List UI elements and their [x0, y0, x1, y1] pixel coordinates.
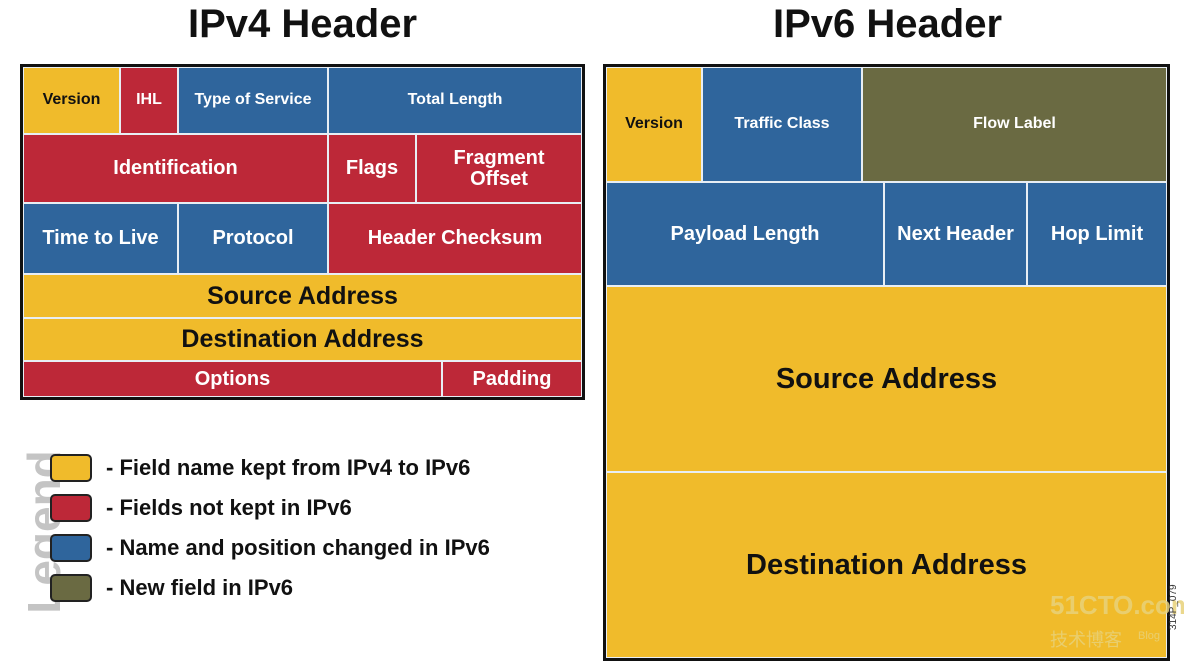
legend-item-not-kept: - Fields not kept in IPv6: [50, 494, 352, 522]
ipv4-version: Version: [23, 67, 120, 134]
ipv6-hop-limit: Hop Limit: [1027, 182, 1167, 286]
ipv4-header-checksum: Header Checksum: [328, 203, 582, 274]
watermark-logo: 51CTO.com: [1050, 590, 1184, 620]
legend-item-new: - New field in IPv6: [50, 574, 293, 602]
legend-swatch-olive: [50, 574, 92, 602]
ipv4-source-address: Source Address: [23, 274, 582, 318]
ipv6-title: IPv6 Header: [772, 2, 1003, 46]
ipv6-traffic-class: Traffic Class: [702, 67, 862, 182]
legend-label: - Name and position changed in IPv6: [106, 535, 490, 560]
legend-label: - New field in IPv6: [106, 575, 294, 600]
ipv4-identification: Identification: [23, 134, 328, 203]
figure-code: 314P_079: [1168, 584, 1179, 630]
legend-swatch-blue: [50, 534, 92, 562]
ipv4-flags: Flags: [328, 134, 416, 203]
ipv4-title: IPv4 Header: [187, 2, 418, 46]
legend-item-changed: - Name and position changed in IPv6: [50, 534, 490, 562]
ipv4-header-diagram: Version IHL Type of Service Total Length…: [20, 64, 585, 400]
ipv4-ihl: IHL: [120, 67, 178, 134]
ipv6-source-address: Source Address: [606, 286, 1167, 472]
ipv6-flow-label: Flow Label: [862, 67, 1167, 182]
legend-label: - Field name kept from IPv4 to IPv6: [106, 455, 471, 480]
ipv4-protocol: Protocol: [178, 203, 328, 274]
watermark-subtitle: 技术博客: [1050, 630, 1122, 650]
legend-swatch-yellow: [50, 454, 92, 482]
ipv6-header-diagram: Version Traffic Class Flow Label Payload…: [603, 64, 1170, 661]
legend-item-kept: - Field name kept from IPv4 to IPv6: [50, 454, 470, 482]
ipv4-type-of-service: Type of Service: [178, 67, 328, 134]
ipv4-options: Options: [23, 361, 442, 397]
ipv6-version: Version: [606, 67, 702, 182]
legend-label: - Fields not kept in IPv6: [106, 495, 352, 520]
ipv4-destination-address: Destination Address: [23, 318, 582, 361]
ipv4-time-to-live: Time to Live: [23, 203, 178, 274]
legend-swatch-red: [50, 494, 92, 522]
ipv4-padding: Padding: [442, 361, 582, 397]
watermark-blog: Blog: [1138, 630, 1161, 642]
ipv4-fragment-offset: Fragment Offset: [416, 134, 582, 203]
ipv6-payload-length: Payload Length: [606, 182, 884, 286]
ipv6-next-header: Next Header: [884, 182, 1027, 286]
ipv4-total-length: Total Length: [328, 67, 582, 134]
